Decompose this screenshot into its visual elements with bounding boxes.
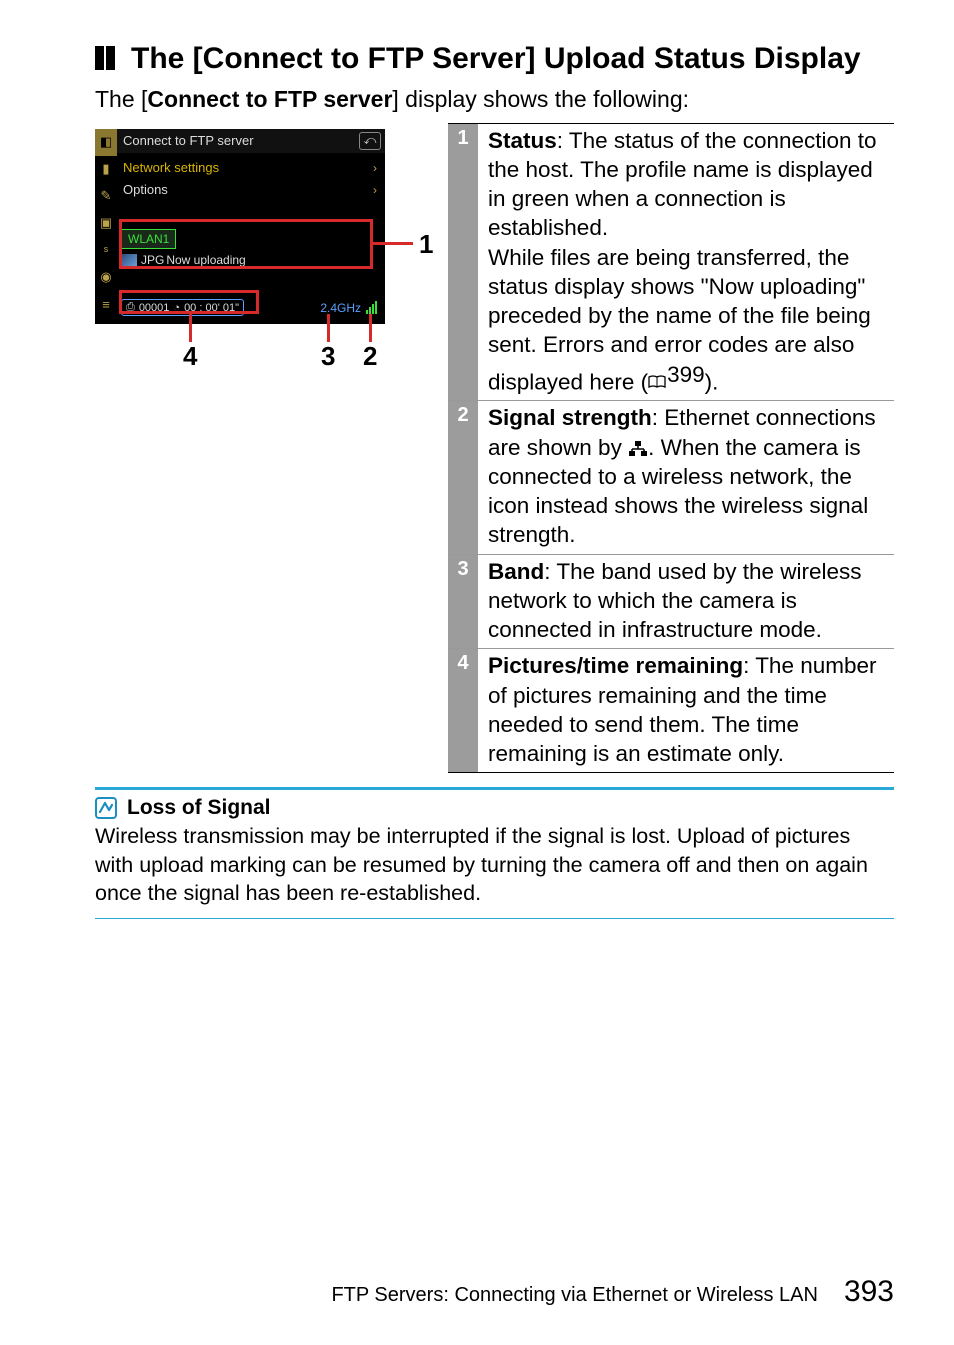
book-icon (648, 367, 666, 381)
callout-number-3: 3 (321, 341, 335, 372)
definition-text: Band: The band used by the wireless netw… (478, 555, 894, 649)
chevron-right-icon: › (373, 183, 381, 197)
playback-tab-icon: ▣ (95, 210, 117, 237)
signal-strength-icon (365, 301, 379, 315)
definition-body: : The band used by the wireless network … (488, 559, 862, 643)
definition-text: Pictures/time remaining: The number of p… (478, 649, 894, 772)
warning-icon (95, 797, 117, 819)
camera-tab-icon: ◧ (95, 129, 117, 156)
callout-box-1 (119, 219, 373, 269)
camera-titlebar: Connect to FTP server ⤺ (117, 129, 385, 153)
heading-text: The [Connect to FTP Server] Upload Statu… (131, 40, 861, 78)
definition-row: 4 Pictures/time remaining: The number of… (448, 648, 894, 772)
definition-number: 4 (448, 649, 478, 772)
screenshot-column: ◧ ▮ ✎ ▣ ˢ ◉ ≡ Connect to FTP server ⤺ Ne… (95, 123, 440, 324)
heading-marker-icon (95, 46, 117, 75)
page-reference: 399 (648, 360, 705, 389)
callout-number-2: 2 (363, 341, 377, 372)
camera-tab-column: ◧ ▮ ✎ ▣ ˢ ◉ ≡ (95, 129, 117, 324)
network-settings-row: Network settings › (117, 157, 381, 179)
callout-number-1: 1 (419, 229, 433, 260)
options-label: Options (123, 182, 168, 197)
chevron-right-icon: › (373, 161, 381, 175)
page-ref-number: 399 (667, 360, 705, 389)
definition-body: ). (705, 369, 719, 394)
callout-line (373, 242, 413, 245)
options-row: Options › (117, 179, 381, 201)
definition-term: Band (488, 559, 544, 584)
wifi-tab-icon: ˢ (95, 237, 117, 264)
note-block: Loss of Signal Wireless transmission may… (95, 787, 894, 918)
intro-bold: Connect to FTP server (147, 86, 392, 112)
definition-number: 3 (448, 555, 478, 649)
definitions-table: 1 Status: The status of the connection t… (448, 123, 894, 774)
network-tab-icon: ◉ (95, 264, 117, 291)
definition-text: Status: The status of the connection to … (478, 124, 894, 401)
camera-title: Connect to FTP server (123, 133, 254, 148)
definition-number: 2 (448, 401, 478, 553)
intro-pre: The [ (95, 86, 147, 112)
callout-box-4 (119, 290, 259, 314)
callout-line (369, 314, 372, 342)
definition-term: Status (488, 128, 557, 153)
intro-paragraph: The [Connect to FTP server] display show… (95, 84, 894, 115)
page-footer: FTP Servers: Connecting via Ethernet or … (0, 1275, 954, 1309)
video-tab-icon: ▮ (95, 156, 117, 183)
callout-line (189, 314, 192, 342)
callout-line (327, 314, 330, 342)
footer-page-number: 393 (844, 1275, 894, 1309)
callout-number-4: 4 (183, 341, 197, 372)
network-settings-label: Network settings (123, 160, 219, 175)
section-heading: The [Connect to FTP Server] Upload Statu… (95, 40, 894, 78)
definition-term: Signal strength (488, 405, 652, 430)
ethernet-icon (628, 435, 648, 451)
note-title: Loss of Signal (127, 796, 271, 820)
menu-tab-icon: ≡ (95, 291, 117, 318)
definition-term: Pictures/time remaining (488, 653, 743, 678)
definition-row: 2 Signal strength: Ethernet connections … (448, 400, 894, 553)
back-icon: ⤺ (359, 132, 381, 150)
intro-post: ] display shows the following: (392, 86, 689, 112)
pencil-tab-icon: ✎ (95, 183, 117, 210)
band-label: 2.4GHz (320, 301, 361, 315)
definition-row: 1 Status: The status of the connection t… (448, 124, 894, 401)
definition-text: Signal strength: Ethernet connections ar… (478, 401, 894, 553)
footer-section-title: FTP Servers: Connecting via Ethernet or … (331, 1284, 817, 1307)
definition-number: 1 (448, 124, 478, 401)
definition-row: 3 Band: The band used by the wireless ne… (448, 554, 894, 649)
note-body: Wireless transmission may be interrupted… (95, 822, 894, 907)
